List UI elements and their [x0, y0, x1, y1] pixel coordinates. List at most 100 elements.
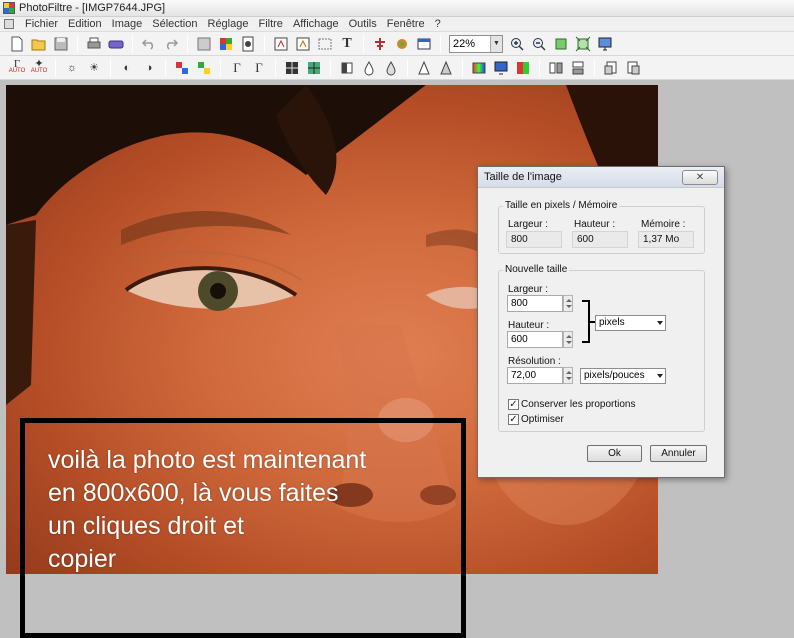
toolbar-separator: [407, 58, 408, 77]
drop-blur-icon[interactable]: [360, 59, 378, 77]
image-document-icon[interactable]: [239, 35, 257, 53]
resolution-spinner[interactable]: [563, 367, 573, 384]
undo-icon[interactable]: [140, 35, 158, 53]
resolution-unit-value: pixels/pouces: [584, 370, 645, 381]
annotation-line: en 800x600, là vous faites: [48, 479, 339, 507]
scanner-icon[interactable]: [107, 35, 125, 53]
effects-tree-icon[interactable]: [371, 35, 389, 53]
brightness-plus-icon[interactable]: ☀: [85, 59, 103, 77]
toolbar-separator: [55, 58, 56, 77]
image-size-dialog: Taille de l'image ✕ Taille en pixels / M…: [477, 166, 725, 478]
chevron-down-icon[interactable]: ▼: [490, 35, 502, 52]
toolbar-separator: [77, 34, 78, 53]
toolbar-separator: [187, 34, 188, 53]
save-disk-icon[interactable]: [52, 35, 70, 53]
zoom-in-icon[interactable]: [508, 35, 526, 53]
chevron-down-icon: [657, 374, 663, 378]
menu-help[interactable]: ?: [430, 17, 446, 31]
open-folder-icon[interactable]: [30, 35, 48, 53]
new-height-input[interactable]: 600: [507, 331, 563, 348]
chevron-down-icon: [657, 321, 663, 325]
menu-outils[interactable]: Outils: [344, 17, 382, 31]
contrast-plus-icon[interactable]: ◑: [140, 59, 158, 77]
gamma-minus-icon[interactable]: Γ: [228, 59, 246, 77]
flip-vertical-icon[interactable]: [569, 59, 587, 77]
redo-icon[interactable]: [162, 35, 180, 53]
keep-proportions-checkbox[interactable]: ✓: [508, 399, 519, 410]
grid-filter-icon[interactable]: [283, 59, 301, 77]
menu-fenetre[interactable]: Fenêtre: [382, 17, 430, 31]
transparent-color-icon[interactable]: [195, 35, 213, 53]
menu-reglage[interactable]: Réglage: [203, 17, 254, 31]
saturation-minus-icon[interactable]: [173, 59, 191, 77]
current-height-value: 600: [572, 231, 628, 248]
new-width-input[interactable]: 800: [507, 295, 563, 312]
size-unit-value: pixels: [599, 317, 625, 328]
menu-image[interactable]: Image: [107, 17, 148, 31]
flip-horizontal-icon[interactable]: [547, 59, 565, 77]
optimize-label[interactable]: Optimiser: [521, 414, 564, 425]
ok-button[interactable]: Ok: [587, 445, 642, 462]
saturation-plus-icon[interactable]: [195, 59, 213, 77]
memory-value: 1,37 Mo: [638, 231, 694, 248]
menu-fichier[interactable]: Fichier: [20, 17, 63, 31]
zoom-out-icon[interactable]: [530, 35, 548, 53]
size-unit-select[interactable]: pixels: [595, 315, 666, 331]
fullscreen-monitor-icon[interactable]: [596, 35, 614, 53]
rotate-left-icon[interactable]: [602, 59, 620, 77]
zoom-select[interactable]: 22% ▼: [449, 34, 503, 53]
window-title: PhotoFiltre - [IMGP7644.JPG]: [19, 2, 166, 14]
optimize-checkbox[interactable]: ✓: [508, 414, 519, 425]
gradient-filter-icon[interactable]: [470, 59, 488, 77]
photofiltre-app-icon[interactable]: [3, 2, 15, 14]
toolbar-separator: [220, 58, 221, 77]
canvas-size-icon[interactable]: [294, 35, 312, 53]
toolbar-separator: [330, 58, 331, 77]
document-system-icon[interactable]: [4, 19, 14, 29]
drop-sharpen-icon[interactable]: [382, 59, 400, 77]
sharpen-triangle-icon[interactable]: [415, 59, 433, 77]
cancel-button[interactable]: Annuler: [650, 445, 707, 462]
window-icon[interactable]: [415, 35, 433, 53]
toolbar-separator: [165, 58, 166, 77]
resolution-unit-select[interactable]: pixels/pouces: [580, 368, 666, 384]
close-icon: ✕: [695, 172, 705, 183]
close-button[interactable]: ✕: [682, 170, 718, 185]
selection-icon[interactable]: [316, 35, 334, 53]
palette-grid-icon[interactable]: [217, 35, 235, 53]
mosaic-filter-icon[interactable]: [305, 59, 323, 77]
dialog-title: Taille de l'image: [484, 171, 562, 183]
brightness-minus-icon[interactable]: ☼: [63, 59, 81, 77]
menu-selection[interactable]: Sélection: [147, 17, 202, 31]
menu-affichage[interactable]: Affichage: [288, 17, 344, 31]
toolbar-separator: [363, 34, 364, 53]
contrast-minus-icon[interactable]: ◐: [118, 59, 136, 77]
auto-levels-icon[interactable]: Γ AUTO: [8, 58, 26, 77]
toolbar-separator: [132, 34, 133, 53]
new-height-spinner[interactable]: [563, 331, 573, 348]
menu-edition[interactable]: Edition: [63, 17, 107, 31]
invert-colors-icon[interactable]: [514, 59, 532, 77]
sharpen-more-icon[interactable]: [437, 59, 455, 77]
dialog-title-bar[interactable]: Taille de l'image ✕: [478, 167, 724, 188]
print-icon[interactable]: [85, 35, 103, 53]
monitor-filter-icon[interactable]: [492, 59, 510, 77]
current-size-group-label: Taille en pixels / Mémoire: [503, 200, 620, 211]
filter-plant-icon[interactable]: [393, 35, 411, 53]
current-height-label: Hauteur :: [574, 219, 616, 230]
new-file-icon[interactable]: [8, 35, 26, 53]
current-width-label: Largeur :: [508, 219, 549, 230]
image-size-icon[interactable]: [272, 35, 290, 53]
menu-filtre[interactable]: Filtre: [253, 17, 287, 31]
annotation-text: voilà la photo est maintenant en 800x600…: [48, 444, 468, 576]
rotate-right-icon[interactable]: [624, 59, 642, 77]
keep-proportions-label[interactable]: Conserver les proportions: [521, 399, 636, 410]
text-tool-icon[interactable]: T: [338, 35, 356, 53]
auto-contrast-icon[interactable]: ✦ AUTO: [30, 58, 48, 77]
gamma-plus-icon[interactable]: Γ: [250, 59, 268, 77]
resolution-input[interactable]: 72,00: [507, 367, 563, 384]
contour-icon[interactable]: [338, 59, 356, 77]
fit-image-icon[interactable]: [552, 35, 570, 53]
new-width-spinner[interactable]: [563, 295, 573, 312]
actual-size-icon[interactable]: [574, 35, 592, 53]
